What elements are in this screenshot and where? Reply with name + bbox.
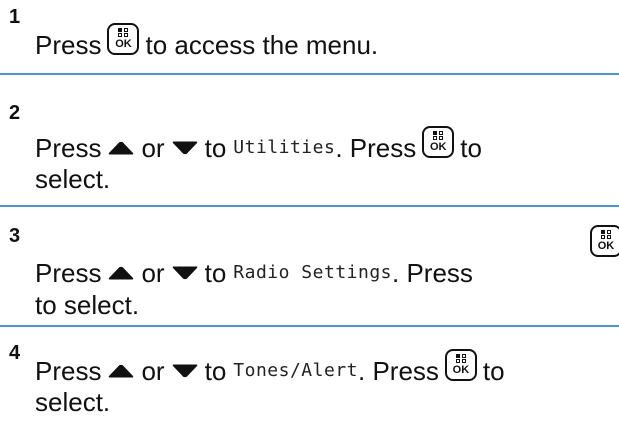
instruction-text: Press xyxy=(35,356,102,386)
divider xyxy=(0,73,619,75)
menu-item-name: Tones/Alert xyxy=(233,360,358,381)
instruction-text: to xyxy=(460,133,482,163)
instruction-text: to xyxy=(482,356,505,386)
instruction-text: or xyxy=(141,356,165,386)
step-number: 3 xyxy=(9,225,21,247)
instruction-text: to xyxy=(204,133,227,163)
ok-key-label: OK xyxy=(597,240,615,252)
menu-ok-key-icon: OK xyxy=(444,349,477,381)
step-2-line-2: select. xyxy=(35,163,110,195)
divider xyxy=(0,205,619,207)
step-3-line-1: Press or to Radio Settings . Press xyxy=(35,257,473,289)
step-number: 4 xyxy=(9,342,21,364)
instruction-text: . Press xyxy=(392,258,473,288)
step-2-line-1: Press or to Utilities . Press OK to xyxy=(35,126,482,164)
instruction-text: . Press xyxy=(335,133,417,163)
down-arrow-icon xyxy=(171,363,199,379)
instruction-text: to access the menu. xyxy=(145,30,379,60)
instruction-text: select. xyxy=(35,387,111,417)
step-4-line-2: select. xyxy=(35,386,110,418)
ok-key-label: OK xyxy=(452,364,470,376)
up-arrow-icon xyxy=(107,265,135,281)
up-arrow-icon xyxy=(107,140,135,156)
step-4-line-1: Press or to Tones/Alert . Press OK to xyxy=(35,349,505,387)
instruction-text: to xyxy=(204,356,227,386)
menu-ok-key-icon: OK xyxy=(590,225,619,257)
instruction-text: Press xyxy=(35,133,102,163)
ok-key-label: OK xyxy=(115,38,132,50)
divider xyxy=(0,325,619,327)
ok-key-label: OK xyxy=(430,141,447,153)
instruction-text: Press xyxy=(35,258,102,288)
instruction-text: select. xyxy=(35,164,111,194)
instruction-text: Press xyxy=(35,30,102,60)
instruction-text: or xyxy=(141,258,165,288)
step-3-line-2: to select. xyxy=(35,289,139,321)
step-1-line-1: Press OK to access the menu. xyxy=(35,23,379,61)
down-arrow-icon xyxy=(171,265,199,281)
menu-item-name: Utilities xyxy=(233,137,336,158)
instruction-text: to xyxy=(204,258,227,288)
instruction-text: to select. xyxy=(35,290,140,320)
instruction-text: or xyxy=(141,133,165,163)
up-arrow-icon xyxy=(107,363,135,379)
down-arrow-icon xyxy=(171,140,199,156)
step-number: 2 xyxy=(9,102,21,124)
menu-item-name: Radio Settings xyxy=(233,262,392,283)
instruction-text: . Press xyxy=(358,356,439,386)
menu-ok-key-icon: OK xyxy=(422,126,455,158)
menu-ok-key-icon: OK xyxy=(107,23,140,55)
step-number: 1 xyxy=(9,6,21,28)
